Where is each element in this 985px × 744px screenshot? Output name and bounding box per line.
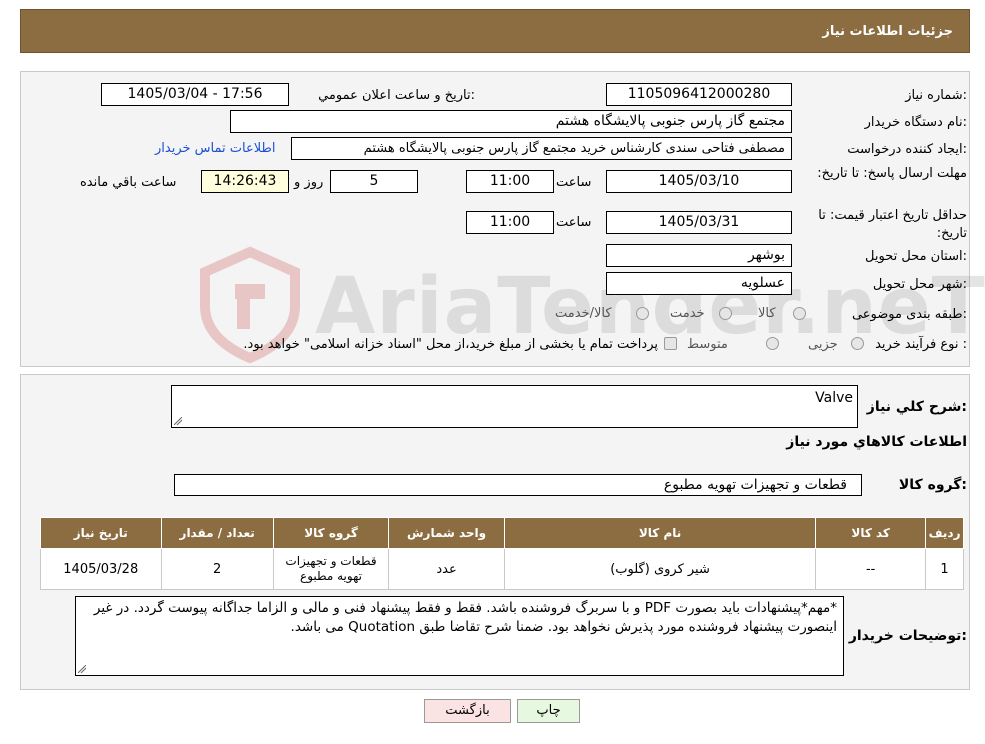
process-option-medium: متوسط: [687, 337, 728, 352]
deadline-date-field: 1405/03/10: [606, 170, 792, 193]
cell-item-code: --: [815, 548, 927, 590]
col-need-date: تاریخ نیاز: [40, 517, 162, 549]
cell-quantity: 2: [160, 548, 274, 590]
category-radio-goods-service[interactable]: [636, 307, 649, 320]
validity-time-label: ساعت: [556, 215, 592, 230]
city-field: عسلویه: [606, 272, 792, 295]
cell-need-date: 1405/03/28: [40, 548, 162, 590]
col-item-group: گروه کالا: [272, 517, 390, 549]
buyer-notes-label: توضیحات خریدار:: [848, 628, 967, 644]
page-title: جزئیات اطلاعات نیاز: [822, 24, 953, 39]
goods-table: ردیف کد کالا نام کالا واحد شمارش گروه کا…: [40, 517, 964, 590]
deadline-time-field: 11:00: [466, 170, 554, 193]
category-option-goods: کالا: [758, 306, 776, 321]
page-header: جزئیات اطلاعات نیاز: [20, 9, 970, 53]
category-radio-service[interactable]: [719, 307, 732, 320]
col-quantity: تعداد / مقدار: [160, 517, 274, 549]
validity-time-field: 11:00: [466, 211, 554, 234]
goods-group-label: گروه کالا:: [898, 477, 967, 493]
process-label: نوع فرآیند خرید :: [875, 337, 967, 352]
requester-field: مصطفی فتاحی سندی کارشناس خرید مجتمع گاز …: [291, 137, 792, 160]
category-option-service: خدمت: [670, 306, 705, 321]
goods-info-title: اطلاعات کالاهاي مورد نیاز: [786, 434, 967, 450]
process-radio-medium[interactable]: [766, 337, 779, 350]
buyer-org-field: مجتمع گاز پارس جنوبی پالایشگاه هشتم: [230, 110, 792, 133]
days-remaining-field: 5: [330, 170, 418, 193]
general-description-label: شرح کلي نیاز:: [866, 399, 967, 415]
process-payment-note: پرداخت تمام یا بخشی از مبلغ خرید،از محل …: [243, 337, 658, 352]
col-row-number: ردیف: [925, 517, 964, 549]
back-button[interactable]: بازگشت: [424, 699, 511, 723]
remaining-time-label: ساعت باقي مانده: [80, 175, 177, 190]
deadline-label: مهلت ارسال پاسخ: تا تاریخ:: [817, 166, 967, 181]
category-radio-goods[interactable]: [793, 307, 806, 320]
buyer-notes-text: *مهم*پیشنهادات باید بصورت PDF و با سربرگ…: [93, 600, 837, 635]
validity-label: حداقل تاریخ اعتبار قیمت: تا تاریخ:: [818, 208, 967, 241]
cell-row-number: 1: [925, 548, 964, 590]
requester-label: ایجاد کننده درخواست:: [847, 142, 967, 157]
process-option-minor: جزیی: [808, 337, 838, 352]
buyer-notes-textarea[interactable]: *مهم*پیشنهادات باید بصورت PDF و با سربرگ…: [75, 596, 844, 676]
process-radio-minor[interactable]: [851, 337, 864, 350]
deadline-time-label: ساعت: [556, 175, 592, 190]
category-label: طبقه بندی موضوعی:: [851, 307, 967, 322]
need-number-field: 1105096412000280: [606, 83, 792, 106]
announce-datetime-label: تاریخ و ساعت اعلان عمومي:: [318, 88, 475, 103]
cell-item-group: قطعات و تجهیزات تهویه مطبوع: [272, 548, 390, 590]
days-label: روز و: [294, 175, 324, 190]
validity-date-field: 1405/03/31: [606, 211, 792, 234]
remaining-time-field: 14:26:43: [201, 170, 289, 193]
announce-datetime-field: 1405/03/04 - 17:56: [101, 83, 289, 106]
col-item-code: کد کالا: [815, 517, 927, 549]
cell-item-name: شیر کروی (گلوب): [503, 548, 817, 590]
col-item-name: نام کالا: [503, 517, 817, 549]
city-label: شهر محل تحویل:: [872, 277, 967, 292]
print-button[interactable]: چاپ: [517, 699, 580, 723]
resize-handle-icon[interactable]: [78, 665, 86, 673]
goods-group-field: قطعات و تجهیزات تهویه مطبوع: [174, 474, 862, 496]
need-number-label: شماره نیاز:: [905, 88, 967, 103]
buyer-contact-link[interactable]: اطلاعات تماس خریدار: [155, 141, 275, 156]
general-description-textarea[interactable]: Valve: [171, 385, 858, 428]
province-label: استان محل تحویل:: [865, 249, 967, 264]
goods-table-header: ردیف کد کالا نام کالا واحد شمارش گروه کا…: [40, 517, 964, 549]
resize-handle-icon[interactable]: [174, 417, 182, 425]
process-note-checkbox[interactable]: [664, 337, 677, 350]
buyer-org-label: نام دستگاه خریدار:: [864, 115, 967, 130]
col-unit: واحد شمارش: [388, 517, 505, 549]
table-row: 1 -- شیر کروی (گلوب) عدد قطعات و تجهیزات…: [40, 548, 964, 590]
cell-unit: عدد: [388, 548, 505, 590]
general-description-text: Valve: [815, 390, 853, 406]
province-field: بوشهر: [606, 244, 792, 267]
category-option-goods-service: کالا/خدمت: [555, 306, 612, 321]
